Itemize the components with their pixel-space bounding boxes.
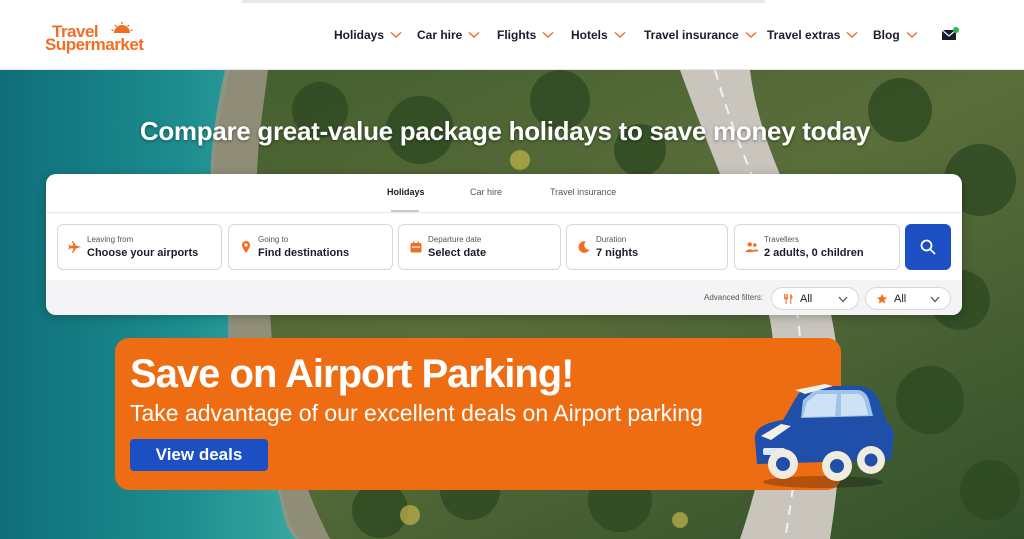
field-value: 7 nights [596, 247, 639, 259]
tab-holidays[interactable]: Holidays [387, 187, 425, 197]
chevron-down-icon [906, 31, 918, 39]
nav-item-travel-extras[interactable]: Travel extras [767, 26, 858, 44]
field-label: Duration [596, 235, 627, 244]
tab-travel-insurance[interactable]: Travel insurance [550, 187, 616, 197]
advanced-filters-bar: Advanced filters: All All [46, 280, 962, 315]
location-pin-icon [242, 241, 250, 253]
chevron-down-icon [838, 296, 848, 303]
nav-item-car-hire[interactable]: Car hire [417, 26, 480, 44]
leaving-from-field[interactable]: Leaving from Choose your airports [57, 224, 222, 270]
search-icon [920, 239, 936, 255]
search-tabs: Holidays Car hire Travel insurance [46, 174, 962, 213]
logo-line-2: Supermarket [45, 35, 144, 54]
nav-label: Blog [873, 28, 900, 42]
nav-label: Travel insurance [644, 28, 739, 42]
chevron-down-icon [390, 31, 402, 39]
nav-label: Flights [497, 28, 537, 42]
nav-label: Hotels [571, 28, 608, 42]
chevron-down-icon [930, 296, 940, 303]
header-top-bar [242, 0, 765, 3]
travel-supermarket-logo[interactable]: Travel Supermarket [45, 22, 155, 56]
envelope-icon[interactable] [941, 27, 959, 41]
moon-icon [578, 241, 590, 253]
field-label: Leaving from [87, 235, 134, 244]
toy-car-illustration [754, 384, 894, 488]
hero-title: Compare great-value package holidays to … [139, 116, 871, 146]
filter-value: All [800, 293, 813, 305]
duration-field[interactable]: Duration 7 nights [566, 224, 728, 270]
chevron-down-icon [846, 31, 858, 39]
field-label: Going to [258, 235, 289, 244]
active-tab-indicator [391, 210, 419, 212]
airport-parking-promo[interactable]: Save on Airport Parking! Take advantage … [115, 338, 841, 490]
chevron-down-icon [614, 31, 626, 39]
site-header: Travel Supermarket Holidays Car hire Fli… [0, 0, 1024, 70]
board-basis-filter[interactable]: All [771, 287, 859, 310]
nav-label: Travel extras [767, 28, 841, 42]
star-icon [876, 293, 888, 304]
dining-icon [784, 294, 793, 304]
plane-icon [68, 241, 81, 253]
filter-value: All [894, 293, 907, 305]
chevron-down-icon [542, 31, 554, 39]
star-rating-filter[interactable]: All [865, 287, 951, 310]
people-icon [745, 242, 759, 252]
chevron-down-icon [468, 31, 480, 39]
nav-label: Car hire [417, 28, 463, 42]
nav-item-flights[interactable]: Flights [497, 26, 554, 44]
nav-item-hotels[interactable]: Hotels [571, 26, 626, 44]
chevron-down-icon [745, 31, 757, 39]
field-value: 2 adults, 0 children [764, 247, 864, 259]
advanced-filters-label: Advanced filters: [704, 293, 764, 302]
field-label: Departure date [428, 235, 482, 244]
field-value: Find destinations [258, 247, 350, 259]
nav-item-holidays[interactable]: Holidays [334, 26, 402, 44]
tab-car-hire[interactable]: Car hire [470, 187, 502, 197]
search-button[interactable] [905, 224, 951, 270]
promo-title: Save on Airport Parking! [130, 352, 574, 396]
going-to-field[interactable]: Going to Find destinations [228, 224, 393, 270]
search-card: Holidays Car hire Travel insurance Leavi… [46, 174, 962, 315]
departure-date-field[interactable]: Departure date Select date [398, 224, 561, 270]
view-deals-button[interactable]: View deals [130, 439, 268, 471]
sun-icon [111, 22, 133, 33]
travellers-field[interactable]: Travellers 2 adults, 0 children [734, 224, 900, 270]
field-value: Choose your airports [87, 247, 199, 259]
calendar-icon [410, 241, 422, 253]
promo-subtitle: Take advantage of our excellent deals on… [130, 400, 703, 426]
nav-label: Holidays [334, 28, 385, 42]
nav-item-blog[interactable]: Blog [873, 26, 918, 44]
field-value: Select date [428, 247, 487, 259]
field-label: Travellers [764, 235, 799, 244]
nav-item-travel-insurance[interactable]: Travel insurance [644, 26, 757, 44]
